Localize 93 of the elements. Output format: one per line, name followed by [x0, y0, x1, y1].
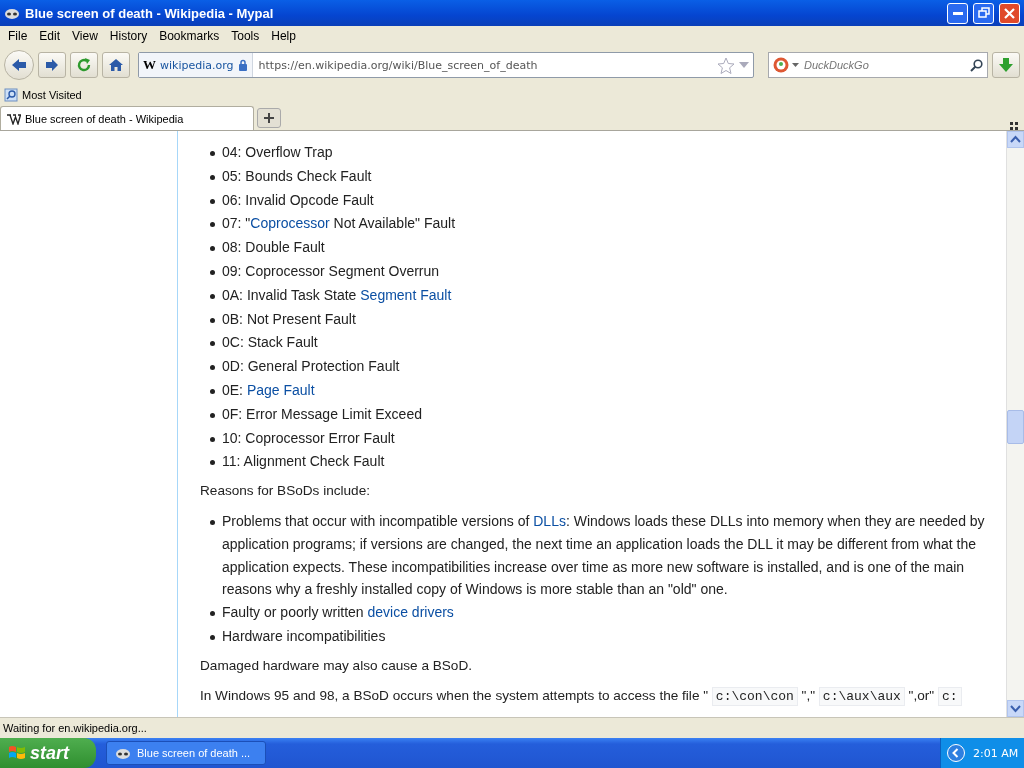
- list-item-text: 04: Overflow Trap: [222, 144, 333, 160]
- bullet-dot: [210, 270, 215, 275]
- paragraph-text: Reasons for BSoDs include:: [200, 482, 371, 501]
- forward-button[interactable]: [38, 52, 66, 78]
- list-item-text: 07: "Coprocessor Not Available" Fault: [222, 215, 456, 232]
- site-logo: W: [143, 57, 156, 73]
- menu-item[interactable]: History: [103, 29, 154, 43]
- list-item-text: 0A: Invalid Task State Segment Fault: [222, 286, 452, 303]
- forward-arrow-icon: [44, 58, 60, 72]
- restore-icon: [977, 7, 990, 19]
- list-item-text: Problems that occur with incompatible versions of DLLs: Windows loads these DLLs into memory when they are needed by application programs; if versions are changed, the next time an application loads the DLL it may be different from what the application expects. These incompatibilities increase over time as more new software is installed, and is one of the main reasons why a freshly installed copy of Windows is more stable than an "old" one.: [222, 513, 985, 598]
- back-arrow-icon: [10, 57, 28, 73]
- bullet-dot: [210, 460, 215, 466]
- close-button[interactable]: [999, 2, 1020, 24]
- list-item-text: 06: Invalid Opcode Fault: [222, 191, 374, 208]
- list-item-text: 09: Coprocessor Segment Overrun: [222, 263, 440, 279]
- paragraph-text: In Windows 95 and 98, a BSoD occurs when the system attempts to access the file " c:\con\con "," c:\aux\aux ",or" c:: [200, 684, 992, 708]
- bullet-dot: [210, 388, 215, 394]
- grid-dots-icon: [1010, 122, 1018, 130]
- chevron-left-icon: [947, 744, 965, 762]
- menu-item[interactable]: Tools: [225, 29, 266, 43]
- article-link[interactable]: Coprocessor: [250, 215, 330, 232]
- list-item-text: Hardware incompatibilities: [222, 627, 386, 644]
- minimize-icon: [952, 11, 963, 15]
- bullet-dot: [210, 610, 215, 616]
- minimize-button[interactable]: [947, 2, 968, 24]
- bullet-dot: [210, 436, 215, 442]
- bullet-dot: [210, 341, 215, 347]
- menu-item[interactable]: Bookmarks: [153, 29, 226, 43]
- back-button[interactable]: [4, 50, 34, 80]
- scroll-down-button[interactable]: [1007, 700, 1024, 717]
- list-item-text: 0F: Error Message Limit Exceed: [222, 405, 422, 422]
- wikipedia-w-icon: [7, 112, 21, 125]
- reload-button[interactable]: [70, 52, 98, 78]
- list-item-text: 11: Alignment Check Fault: [222, 453, 385, 470]
- bullet-dot: [210, 520, 215, 526]
- list-item-text: 05: Bounds Check Fault: [222, 167, 372, 184]
- raccoon-icon: [4, 6, 20, 20]
- windows-flag-icon: [8, 744, 26, 762]
- magnifier-page-icon: [4, 87, 18, 102]
- list-item-text: 08: Double Fault: [222, 239, 325, 256]
- article-link[interactable]: Segment Fault: [360, 286, 452, 303]
- star-icon: [717, 56, 735, 74]
- list-item-text: 0C: Stack Fault: [222, 334, 318, 351]
- window-title: Blue screen of death - Wikipedia - Mypal: [25, 5, 275, 21]
- bullet-dot: [210, 634, 215, 640]
- reload-icon: [76, 57, 92, 73]
- bullet-dot: [210, 198, 215, 204]
- menu-item[interactable]: File: [2, 29, 34, 43]
- site-name: wikipedia.org: [160, 58, 234, 72]
- close-icon: [1004, 7, 1015, 19]
- home-icon: [108, 58, 124, 72]
- article-link[interactable]: Page Fault: [246, 381, 315, 398]
- paragraph-text: Damaged hardware may also cause a BSoD.: [200, 656, 473, 675]
- dropdown-icon: [792, 62, 799, 68]
- download-button[interactable]: [992, 52, 1020, 78]
- bullet-dot: [210, 293, 215, 299]
- list-item-text: 10: Coprocessor Error Fault: [222, 429, 395, 446]
- address-field[interactable]: https://en.wikipedia.org/wiki/Blue_screen_of_death: [252, 57, 717, 73]
- article-link[interactable]: device drivers: [367, 603, 454, 620]
- address-bar[interactable]: W wikipedia.org https://en.wikipedia.org/wiki/Blue_screen_of_death: [138, 52, 754, 78]
- search-icon: [970, 58, 983, 72]
- bullet-dot: [210, 317, 215, 323]
- download-arrow-icon: [998, 57, 1014, 73]
- article-link[interactable]: DLLs: [533, 513, 566, 530]
- bullet-dot: [210, 174, 215, 180]
- bookmark-item[interactable]: Most Visited: [22, 88, 82, 101]
- scroll-up-button[interactable]: [1007, 131, 1024, 148]
- home-button[interactable]: [102, 52, 130, 78]
- menu-item[interactable]: Help: [265, 29, 302, 43]
- search-box[interactable]: DuckDuckGo: [768, 52, 988, 78]
- scrollbar-thumb[interactable]: [1007, 410, 1024, 444]
- list-item-text: 0D: General Protection Fault: [222, 358, 400, 375]
- clock-time: 2:01 AM: [973, 746, 1019, 760]
- restore-button[interactable]: [973, 2, 994, 24]
- bullet-dot: [210, 222, 215, 228]
- list-item-text: 0E: Page Fault: [222, 381, 315, 398]
- browser-tab[interactable]: Blue screen of death - Wikipedia: [0, 106, 254, 130]
- menu-item[interactable]: View: [66, 29, 104, 43]
- new-tab-button[interactable]: [257, 108, 281, 128]
- bullet-dot: [210, 246, 215, 252]
- plus-icon: [264, 113, 274, 123]
- bullet-dot: [210, 151, 215, 156]
- bullet-dot: [210, 412, 215, 418]
- bullet-dot: [210, 365, 215, 371]
- vertical-scrollbar[interactable]: [1006, 131, 1024, 717]
- raccoon-icon: [115, 746, 131, 760]
- menu-item[interactable]: Edit: [33, 29, 67, 43]
- list-item-text: 0B: Not Present Fault: [222, 310, 356, 327]
- duck-icon: [773, 57, 789, 73]
- list-item-text: Faulty or poorly written device drivers: [222, 603, 454, 620]
- taskbar-button[interactable]: Blue screen of death ...: [106, 741, 266, 765]
- padlock-icon: [237, 59, 248, 71]
